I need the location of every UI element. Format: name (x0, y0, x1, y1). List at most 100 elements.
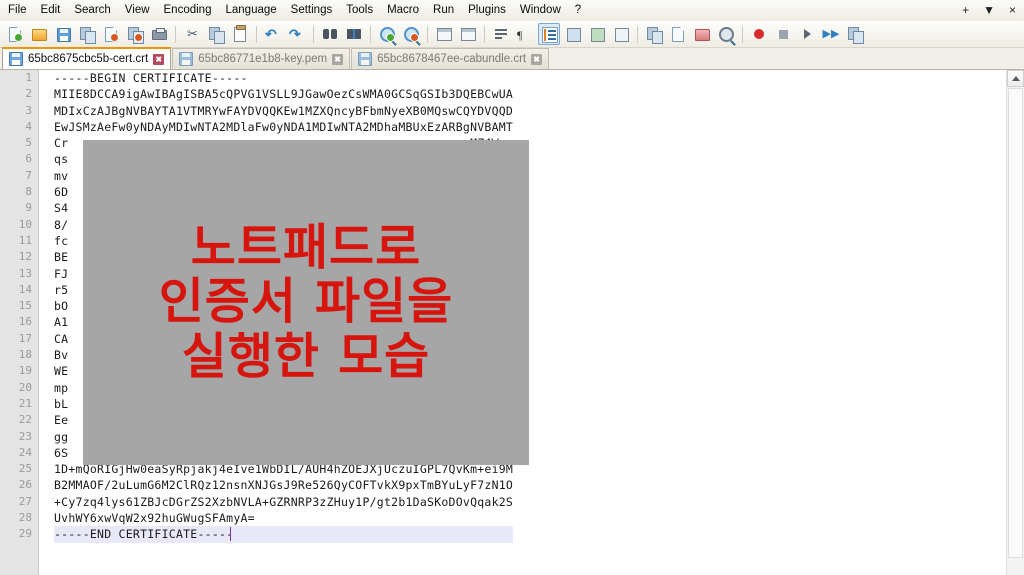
toolbar-separator-6 (484, 25, 485, 43)
menu-item-search[interactable]: Search (67, 0, 117, 21)
code-line[interactable]: EwJSMzAeFw0yNDAyMDIwNTA2MDlaFw0yNDA1MDIw… (54, 119, 513, 135)
vertical-scrollbar[interactable] (1006, 70, 1024, 575)
replace-icon[interactable] (343, 23, 365, 45)
menu-item-file[interactable]: File (0, 0, 34, 21)
add-tab-icon[interactable]: + (962, 0, 969, 21)
toolbar-separator-5 (427, 25, 428, 43)
open-file-icon[interactable] (28, 23, 50, 45)
menu-item-tools[interactable]: Tools (339, 0, 380, 21)
chevron-down-icon[interactable]: ▼ (983, 0, 995, 21)
document-map-icon[interactable] (586, 23, 608, 45)
line-number-gutter: 1 2 3 4 5 6 7 8 9 10 11 12 13 14 15 16 17 18 19 20 21 22 23 24 2… (0, 70, 39, 575)
close-file-icon[interactable] (100, 23, 122, 45)
code-line[interactable]: -----BEGIN CERTIFICATE----- (54, 70, 513, 86)
line-number: 26 (18, 478, 32, 492)
line-number: 29 (18, 527, 32, 541)
code-line[interactable]: MDIxCzAJBgNVBAYTA1VTMRYwFAYDVQQKEw1MZXQn… (54, 103, 513, 119)
menu-item-encoding[interactable]: Encoding (157, 0, 219, 21)
paste-icon[interactable] (229, 23, 251, 45)
folder-as-workspace-icon[interactable] (643, 23, 665, 45)
line-number: 14 (18, 282, 32, 296)
copy-icon[interactable] (205, 23, 227, 45)
menu-item-run[interactable]: Run (426, 0, 461, 21)
user-defined-dialog-icon[interactable] (562, 23, 584, 45)
notepadpp-window: File Edit Search View Encoding Language … (0, 0, 1024, 575)
folder-icon[interactable] (691, 23, 713, 45)
scrollbar-thumb[interactable] (1008, 88, 1023, 558)
tab-key-pem[interactable]: 65bc86771e1b8-key.pem ✖ (172, 48, 351, 69)
run-macro-multiple-icon[interactable]: ▶▶ (820, 23, 842, 45)
tab-close-icon[interactable]: ✖ (153, 53, 165, 65)
new-file-icon[interactable] (4, 23, 26, 45)
show-all-characters-icon[interactable]: ¶ (514, 23, 536, 45)
line-number: 7 (25, 168, 32, 182)
line-number: 27 (18, 494, 32, 508)
close-all-files-icon[interactable] (124, 23, 146, 45)
record-macro-icon[interactable] (748, 23, 770, 45)
line-number: 10 (18, 217, 32, 231)
line-number: 15 (18, 299, 32, 313)
line-number: 24 (18, 445, 32, 459)
scroll-up-button[interactable] (1007, 70, 1024, 87)
function-list-icon[interactable] (610, 23, 632, 45)
line-number: 16 (18, 315, 32, 329)
zoom-in-icon[interactable] (376, 23, 398, 45)
redo-icon[interactable]: ↷ (286, 23, 308, 45)
line-number: 25 (18, 462, 32, 476)
undo-icon[interactable]: ↶ (262, 23, 284, 45)
code-line[interactable]: MIIE8DCCA9igAwIBAgISBA5cQPVG1VSLL9JGawOe… (54, 86, 513, 102)
tab-close-icon[interactable]: ✖ (332, 53, 344, 65)
line-number: 9 (25, 201, 32, 215)
save-macro-icon[interactable] (844, 23, 866, 45)
line-number: 11 (18, 233, 32, 247)
menu-item-macro[interactable]: Macro (380, 0, 426, 21)
tab-cabundle-crt[interactable]: 65bc8678467ee-cabundle.crt ✖ (351, 48, 550, 69)
save-icon[interactable] (52, 23, 74, 45)
monitoring-icon[interactable] (667, 23, 689, 45)
line-number: 3 (25, 103, 32, 117)
line-number: 23 (18, 429, 32, 443)
menu-item-edit[interactable]: Edit (34, 0, 68, 21)
line-number: 2 (25, 87, 32, 101)
indent-guide-icon[interactable] (538, 23, 560, 45)
tab-close-icon[interactable]: ✖ (531, 53, 543, 65)
preview-icon[interactable] (715, 23, 737, 45)
annotation-line-2: 인증서 파일을 (158, 273, 454, 331)
menu-item-window[interactable]: Window (513, 0, 568, 21)
toolbar-separator-4 (370, 25, 371, 43)
line-number: 28 (18, 511, 32, 525)
code-line[interactable]: +Cy7zq4lys61ZBJcDGrZS2XzbNVLA+GZRNRP3zZH… (54, 494, 513, 510)
cut-icon[interactable]: ✂ (181, 23, 203, 45)
menu-item-plugins[interactable]: Plugins (461, 0, 513, 21)
file-icon (358, 52, 373, 66)
print-icon[interactable] (148, 23, 170, 45)
toolbar-separator-8 (742, 25, 743, 43)
line-number: 1 (25, 71, 32, 84)
menu-item-language[interactable]: Language (218, 0, 283, 21)
text-caret (229, 527, 231, 541)
code-line[interactable]: B2MMAOF/2uLumG6M2ClRQz12nsnXNJGsJ9Re526Q… (54, 477, 513, 493)
tab-cert-crt[interactable]: 65bc8675cbc5b-cert.crt ✖ (2, 47, 172, 69)
menu-item-view[interactable]: View (118, 0, 157, 21)
toolbar-separator-2 (256, 25, 257, 43)
line-number: 6 (25, 152, 32, 166)
sync-horizontal-scrolling-icon[interactable] (457, 23, 479, 45)
code-line[interactable]: -----END CERTIFICATE----- (54, 526, 514, 543)
stop-recording-icon[interactable] (772, 23, 794, 45)
code-line[interactable]: UvhWY6xwVqW2x92huGWugSFAmyA= (54, 510, 513, 526)
sync-vertical-scrolling-icon[interactable] (433, 23, 455, 45)
toolbar-separator-7 (637, 25, 638, 43)
toolbar: ✂ ↶ ↷ ¶ ▶▶ (0, 21, 1024, 48)
menu-item-help[interactable]: ? (568, 0, 588, 21)
close-icon[interactable]: × (1009, 0, 1016, 21)
line-number: 8 (25, 185, 32, 199)
save-all-icon[interactable] (76, 23, 98, 45)
line-number: 18 (18, 348, 32, 362)
find-icon[interactable] (319, 23, 341, 45)
play-macro-icon[interactable] (796, 23, 818, 45)
menu-item-settings[interactable]: Settings (284, 0, 340, 21)
line-number: 13 (18, 266, 32, 280)
word-wrap-icon[interactable] (490, 23, 512, 45)
zoom-out-icon[interactable] (400, 23, 422, 45)
toolbar-separator-1 (175, 25, 176, 43)
